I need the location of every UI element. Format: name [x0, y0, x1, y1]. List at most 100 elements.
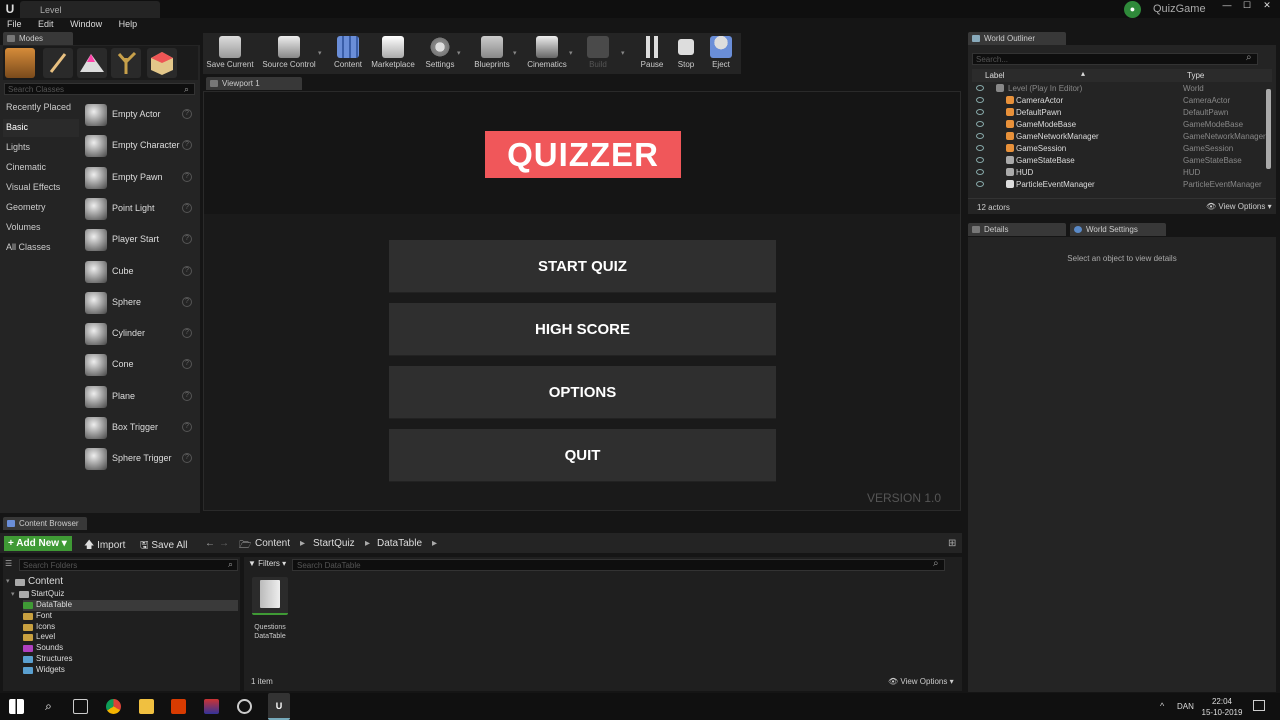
- questions-datatable-asset[interactable]: [252, 577, 288, 615]
- type-column-header[interactable]: Type: [1187, 71, 1204, 80]
- help-icon[interactable]: ?: [182, 109, 192, 119]
- forward-arrow-icon[interactable]: →: [215, 536, 233, 551]
- clock[interactable]: 22:04 15-10-2019: [1200, 696, 1244, 718]
- landscape-mode-icon[interactable]: [77, 48, 107, 78]
- game-viewport[interactable]: QUIZZER START QUIZ HIGH SCORE OPTIONS QU…: [203, 91, 961, 511]
- outliner-row[interactable]: CameraActor CameraActor: [972, 95, 1272, 107]
- sources-toggle-icon[interactable]: ☰: [5, 559, 15, 569]
- windows-start-icon[interactable]: [9, 699, 24, 714]
- build-button[interactable]: Build: [583, 33, 613, 74]
- tab-world-outliner[interactable]: World Outliner: [968, 32, 1066, 45]
- input-language[interactable]: DAN: [1177, 702, 1194, 711]
- help-icon[interactable]: ?: [182, 265, 192, 276]
- category-volumes[interactable]: Volumes: [3, 219, 79, 237]
- visibility-eye-icon[interactable]: [976, 133, 984, 139]
- add-new-button[interactable]: + Add New ▾: [4, 536, 72, 551]
- place-item-cube[interactable]: Cube?: [82, 258, 195, 286]
- chrome-icon[interactable]: [106, 699, 121, 714]
- help-icon[interactable]: ?: [182, 140, 192, 151]
- close-button[interactable]: ✕: [1258, 0, 1276, 12]
- outliner-row[interactable]: GameStateBase GameStateBase: [972, 155, 1272, 167]
- place-mode-icon[interactable]: [5, 48, 35, 78]
- outliner-row[interactable]: HUD HUD: [972, 167, 1272, 179]
- tray-expand-icon[interactable]: ^: [1160, 701, 1164, 711]
- build-dropdown-icon[interactable]: ▾: [621, 49, 625, 57]
- epic-launcher-icon[interactable]: [237, 699, 252, 714]
- outliner-row[interactable]: GameNetworkManager GameNetworkManager: [972, 131, 1272, 143]
- asset-view-options-button[interactable]: 👁 View Options ▾: [888, 677, 954, 686]
- label-column-header[interactable]: Label: [985, 71, 1005, 80]
- visibility-eye-icon[interactable]: [976, 181, 984, 187]
- source-control-dropdown-icon[interactable]: ▾: [318, 49, 322, 57]
- cinematics-button[interactable]: Cinematics: [525, 33, 569, 74]
- place-item-sphere[interactable]: Sphere?: [82, 289, 195, 317]
- category-recently-placed[interactable]: Recently Placed: [3, 99, 79, 117]
- category-all-classes[interactable]: All Classes: [3, 239, 79, 257]
- help-icon[interactable]: ?: [182, 202, 192, 213]
- place-item-plane[interactable]: Plane?: [82, 383, 195, 411]
- help-icon[interactable]: ?: [182, 453, 192, 464]
- category-geometry[interactable]: Geometry: [3, 199, 79, 217]
- stop-button[interactable]: Stop: [673, 33, 699, 74]
- folder-startquiz[interactable]: ▾ StartQuiz: [11, 589, 64, 600]
- folder-sounds[interactable]: Sounds: [23, 643, 63, 654]
- view-options-button[interactable]: 👁 View Options ▾: [1206, 202, 1272, 211]
- search-icon[interactable]: ⌕: [41, 699, 56, 714]
- visibility-eye-icon[interactable]: [976, 85, 984, 91]
- quit-button[interactable]: QUIT: [389, 429, 776, 482]
- tab-modes[interactable]: Modes: [3, 32, 73, 45]
- outliner-search-input[interactable]: Search...: [972, 53, 1258, 65]
- search-folders-input[interactable]: Search Folders: [19, 559, 238, 571]
- folder-datatable[interactable]: DataTable: [23, 600, 238, 611]
- place-item-player-start[interactable]: Player Start?: [82, 226, 195, 254]
- outliner-row[interactable]: Level (Play In Editor) World: [972, 83, 1272, 95]
- app-icon[interactable]: [204, 699, 219, 714]
- menu-window[interactable]: Window: [63, 18, 109, 30]
- tab-viewport-1[interactable]: Viewport 1: [206, 77, 302, 90]
- place-item-sphere-trigger[interactable]: Sphere Trigger?: [82, 445, 195, 473]
- place-item-cone[interactable]: Cone?: [82, 351, 195, 379]
- visibility-eye-icon[interactable]: [976, 121, 984, 127]
- folder-content-root[interactable]: ▾ Content: [6, 576, 63, 587]
- unreal-editor-taskbar-icon[interactable]: U: [268, 693, 290, 720]
- tab-details[interactable]: Details: [968, 223, 1066, 236]
- outliner-row[interactable]: DefaultPawn DefaultPawn: [972, 107, 1272, 119]
- minimize-button[interactable]: —: [1218, 0, 1236, 12]
- tab-world-settings[interactable]: World Settings: [1070, 223, 1166, 236]
- file-explorer-icon[interactable]: [139, 699, 154, 714]
- geometry-mode-icon[interactable]: [147, 48, 177, 78]
- pause-button[interactable]: Pause: [639, 33, 665, 74]
- options-button[interactable]: OPTIONS: [389, 366, 776, 419]
- expand-icon[interactable]: ▾: [6, 577, 10, 585]
- outliner-row[interactable]: GameModeBase GameModeBase: [972, 119, 1272, 131]
- expand-icon[interactable]: ▾: [11, 590, 15, 598]
- help-icon[interactable]: ?: [182, 422, 192, 432]
- category-basic[interactable]: Basic: [3, 119, 79, 137]
- marketplace-button[interactable]: Marketplace: [370, 33, 416, 74]
- source-control-button[interactable]: Source Control: [259, 33, 319, 74]
- high-score-button[interactable]: HIGH SCORE: [389, 303, 776, 356]
- start-quiz-button[interactable]: START QUIZ: [389, 240, 776, 293]
- save-all-button[interactable]: 🖫 Save All: [136, 536, 191, 551]
- blueprints-dropdown-icon[interactable]: ▾: [513, 49, 517, 57]
- cinematics-dropdown-icon[interactable]: ▾: [569, 49, 573, 57]
- place-item-empty-character[interactable]: Empty Character?: [82, 132, 195, 160]
- help-icon[interactable]: ?: [182, 390, 192, 401]
- level-tab[interactable]: Level: [20, 1, 160, 18]
- settings-dropdown-icon[interactable]: ▾: [457, 49, 461, 57]
- menu-file[interactable]: File: [0, 18, 29, 30]
- breadcrumb-datatable[interactable]: DataTable: [373, 536, 426, 551]
- folder-structures[interactable]: Structures: [23, 654, 72, 665]
- save-current-button[interactable]: Save Current: [205, 33, 255, 74]
- help-icon[interactable]: ?: [182, 171, 192, 182]
- outliner-row[interactable]: GameSession GameSession: [972, 143, 1272, 155]
- foliage-mode-icon[interactable]: [111, 48, 141, 78]
- help-icon[interactable]: ?: [182, 328, 192, 339]
- visibility-eye-icon[interactable]: [976, 157, 984, 163]
- breadcrumb-startquiz[interactable]: StartQuiz: [309, 536, 359, 551]
- help-icon[interactable]: ?: [182, 234, 192, 245]
- visibility-eye-icon[interactable]: [976, 97, 984, 103]
- office-icon[interactable]: [171, 699, 186, 714]
- maximize-button[interactable]: ☐: [1238, 0, 1256, 12]
- task-view-icon[interactable]: [73, 699, 88, 714]
